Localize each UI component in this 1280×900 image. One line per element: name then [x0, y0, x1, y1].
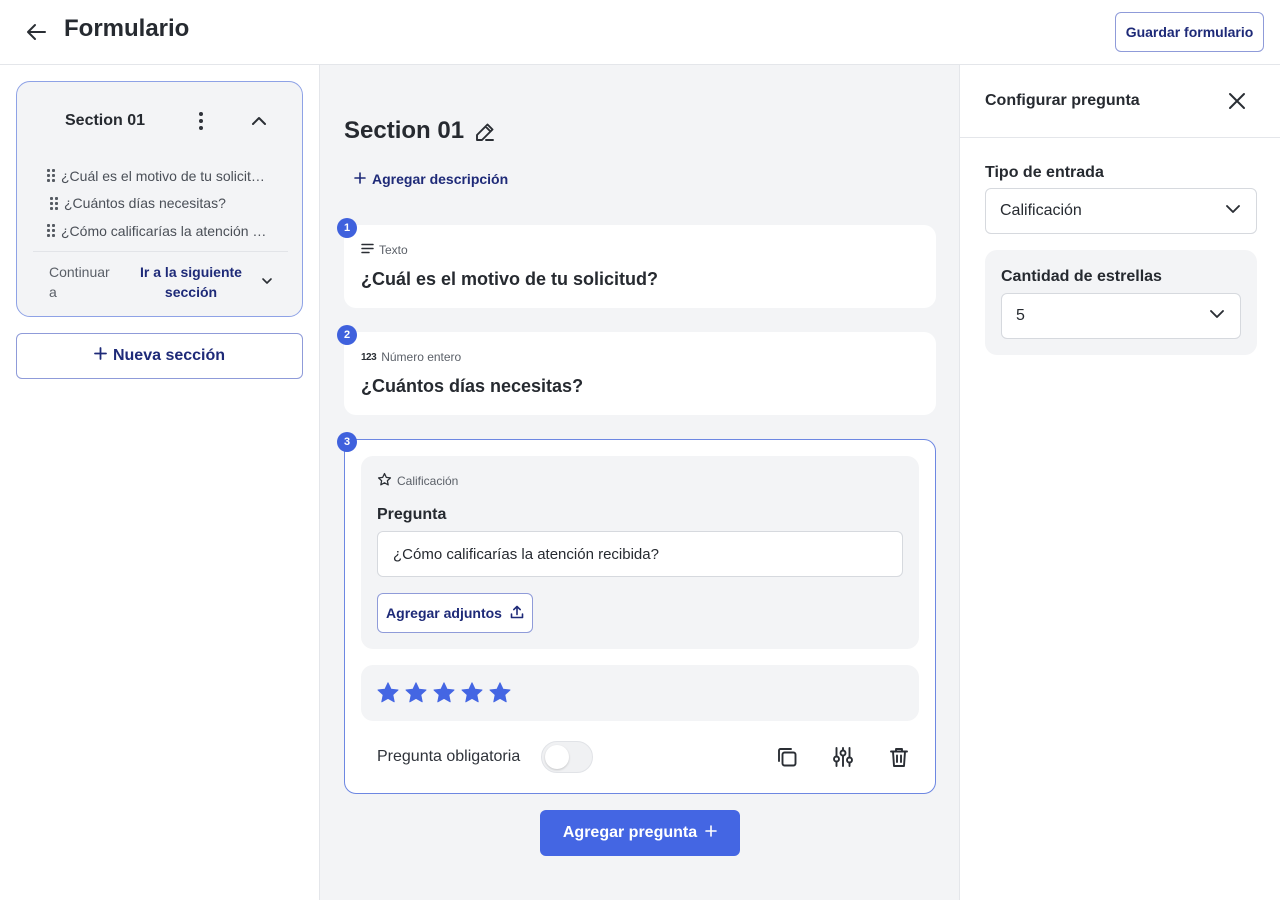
- question-card[interactable]: 123 Número entero ¿Cuántos días necesita…: [344, 332, 936, 415]
- add-question-label: Agregar pregunta: [562, 824, 698, 841]
- rating-preview: [361, 665, 919, 721]
- section-card-title: Section 01: [65, 112, 146, 129]
- plus-icon: [94, 347, 107, 365]
- upload-icon: [510, 605, 524, 622]
- drag-handle-icon[interactable]: [47, 224, 55, 238]
- section-question-item[interactable]: ¿Cuántos días necesitas?: [47, 190, 267, 218]
- number-icon: 123: [361, 351, 377, 363]
- new-section-label: Nueva sección: [112, 347, 226, 364]
- section-question-list: ¿Cuál es el motivo de tu solicitud? ¿Cuá…: [47, 162, 267, 245]
- back-arrow-icon[interactable]: [22, 20, 50, 44]
- section-question-label: ¿Cuál es el motivo de tu solicitud?: [61, 167, 267, 184]
- chevron-up-icon[interactable]: [249, 111, 269, 131]
- new-section-button[interactable]: Nueva sección: [16, 333, 303, 379]
- question-field-label: Pregunta: [377, 506, 447, 523]
- drag-handle-icon[interactable]: [47, 169, 55, 183]
- star-icon[interactable]: [376, 681, 400, 705]
- stars-count-select[interactable]: 5: [1001, 293, 1241, 339]
- question-title: ¿Cuántos días necesitas?: [361, 376, 584, 396]
- input-type-label: Tipo de entrada: [985, 164, 1104, 181]
- page-title: Formulario: [64, 15, 190, 42]
- star-icon[interactable]: [404, 681, 428, 705]
- plus-icon: [354, 171, 366, 187]
- add-description-button[interactable]: Agregar descripción: [354, 171, 508, 187]
- section-title: Section 01: [344, 117, 465, 144]
- question-type-label: Texto: [379, 243, 408, 257]
- add-question-button[interactable]: Agregar pregunta: [540, 810, 740, 856]
- toggle-knob: [545, 745, 569, 769]
- chevron-down-icon: [1224, 200, 1242, 223]
- star-outline-icon: [377, 472, 392, 490]
- duplicate-icon[interactable]: [775, 745, 799, 769]
- required-toggle[interactable]: [541, 741, 593, 773]
- add-attachments-label: Agregar adjuntos: [386, 605, 502, 621]
- section-card[interactable]: Section 01 ¿Cuál es el motivo de tu soli…: [16, 81, 303, 317]
- chevron-down-icon: [1208, 305, 1226, 328]
- star-icon[interactable]: [432, 681, 456, 705]
- star-icon[interactable]: [460, 681, 484, 705]
- trash-icon[interactable]: [887, 745, 911, 769]
- add-attachments-button[interactable]: Agregar adjuntos: [377, 593, 533, 633]
- drag-handle-icon[interactable]: [50, 196, 58, 210]
- section-question-item[interactable]: ¿Cuál es el motivo de tu solicitud?: [47, 162, 267, 190]
- app-header: Formulario Guardar formulario: [0, 0, 1280, 65]
- save-form-button[interactable]: Guardar formulario: [1115, 12, 1264, 52]
- required-label: Pregunta obligatoria: [377, 748, 521, 765]
- text-lines-icon: [361, 243, 374, 257]
- question-type: Calificación: [377, 472, 458, 490]
- plus-icon: [705, 824, 717, 842]
- edit-pencil-icon[interactable]: [474, 121, 496, 143]
- stars-config-box: Cantidad de estrellas 5: [985, 250, 1257, 355]
- form-editor: Section 01 Agregar descripción Texto ¿Cu…: [320, 65, 959, 900]
- stars-count-value: 5: [1016, 307, 1025, 324]
- panel-title: Configurar pregunta: [985, 92, 1140, 109]
- question-type-label: Número entero: [381, 350, 462, 364]
- question-config-panel: Configurar pregunta Tipo de entrada Cali…: [959, 65, 1280, 900]
- divider: [33, 251, 288, 252]
- section-question-label: ¿Cómo calificarías la atención recibida?: [61, 222, 267, 239]
- star-icon[interactable]: [488, 681, 512, 705]
- question-title: ¿Cuál es el motivo de tu solicitud?: [361, 269, 659, 289]
- stars-count-label: Cantidad de estrellas: [1001, 268, 1162, 285]
- question-number-badge: 2: [337, 325, 357, 345]
- settings-sliders-icon[interactable]: [831, 745, 855, 769]
- panel-header: Configurar pregunta: [960, 65, 1280, 138]
- question-card-selected[interactable]: Calificación Pregunta Agregar adjuntos P…: [344, 439, 936, 794]
- close-icon[interactable]: [1226, 90, 1248, 112]
- question-card[interactable]: Texto ¿Cuál es el motivo de tu solicitud…: [344, 225, 936, 308]
- question-type: 123 Número entero: [361, 350, 461, 364]
- question-type-label: Calificación: [397, 474, 459, 488]
- section-question-item[interactable]: ¿Cómo calificarías la atención recibida?: [47, 217, 267, 245]
- input-type-value: Calificación: [1000, 202, 1082, 219]
- question-type: Texto: [361, 243, 408, 257]
- add-description-label: Agregar descripción: [372, 171, 509, 187]
- more-options-icon[interactable]: [193, 109, 209, 133]
- question-editor: Calificación Pregunta Agregar adjuntos: [361, 456, 919, 649]
- chevron-down-icon[interactable]: [260, 274, 274, 288]
- continue-destination-select[interactable]: Ir a la siguiente sección: [135, 262, 247, 302]
- section-question-label: ¿Cuántos días necesitas?: [64, 195, 226, 212]
- question-text-input[interactable]: [377, 531, 903, 577]
- question-number-badge: 3: [337, 432, 357, 452]
- continue-label: Continuar a: [49, 264, 110, 300]
- question-number-badge: 1: [337, 218, 357, 238]
- sections-sidebar: Section 01 ¿Cuál es el motivo de tu soli…: [0, 65, 320, 900]
- input-type-select[interactable]: Calificación: [985, 188, 1257, 234]
